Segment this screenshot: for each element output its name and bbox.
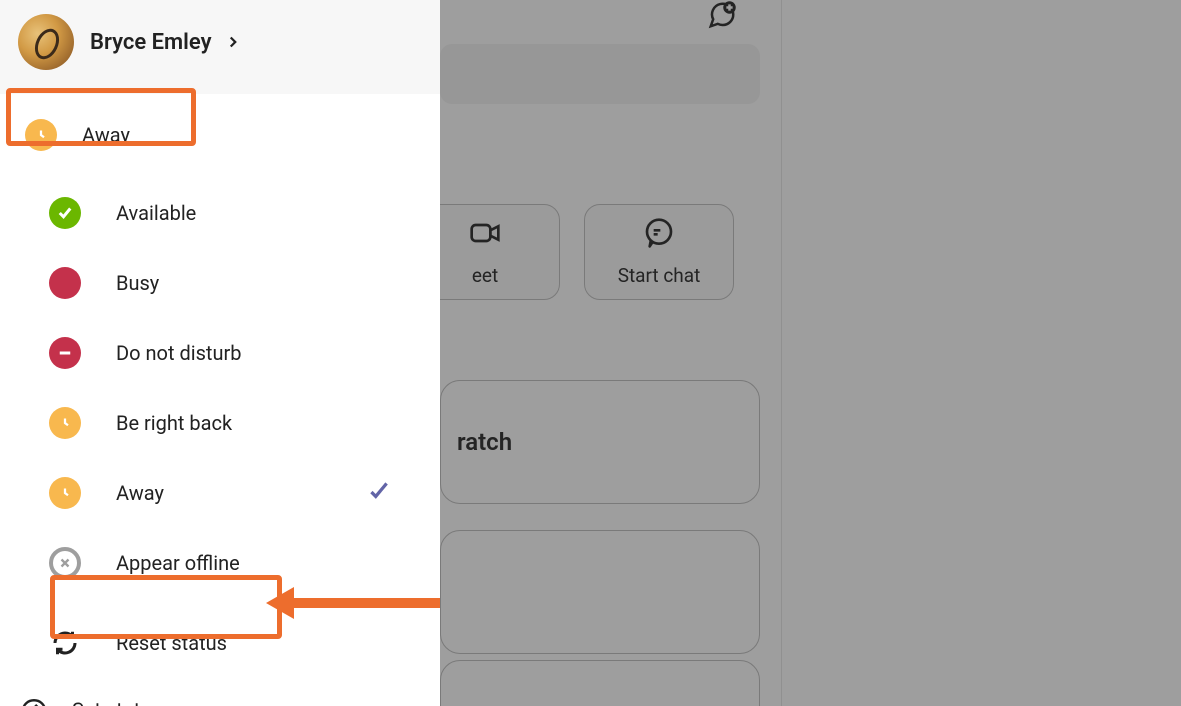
status-option-label: Available bbox=[116, 201, 196, 225]
status-option-brb[interactable]: Be right back bbox=[14, 388, 426, 458]
avatar bbox=[18, 14, 74, 70]
offline-icon bbox=[48, 546, 82, 580]
away-icon bbox=[48, 476, 82, 510]
reset-status-label: Reset status bbox=[116, 631, 227, 655]
reset-icon bbox=[48, 626, 82, 660]
reset-status[interactable]: Reset status bbox=[0, 608, 440, 678]
chevron-right-icon bbox=[224, 33, 242, 51]
away-icon bbox=[48, 406, 82, 440]
available-icon bbox=[48, 196, 82, 230]
status-option-offline[interactable]: Appear offline bbox=[14, 528, 426, 598]
edit-icon bbox=[20, 696, 48, 706]
modal-dimmer bbox=[440, 0, 1181, 706]
status-option-available[interactable]: Available bbox=[14, 178, 426, 248]
check-icon bbox=[366, 478, 392, 509]
away-icon bbox=[24, 118, 58, 152]
busy-icon bbox=[48, 266, 82, 300]
current-status[interactable]: Away bbox=[8, 108, 432, 162]
status-option-label: Appear offline bbox=[116, 551, 240, 575]
status-menu-panel: Bryce Emley Away Available Busy Do not dis… bbox=[0, 0, 440, 706]
status-option-label: Do not disturb bbox=[116, 341, 242, 365]
dnd-icon bbox=[48, 336, 82, 370]
status-option-label: Busy bbox=[116, 271, 159, 295]
current-status-label: Away bbox=[82, 123, 130, 147]
status-option-dnd[interactable]: Do not disturb bbox=[14, 318, 426, 388]
status-list: Available Busy Do not disturb Be right back… bbox=[0, 178, 440, 598]
status-option-label: Be right back bbox=[116, 411, 232, 435]
status-option-busy[interactable]: Busy bbox=[14, 248, 426, 318]
status-option-away[interactable]: Away bbox=[14, 458, 426, 528]
set-status-message-label: Set status message bbox=[72, 698, 248, 706]
profile-name: Bryce Emley bbox=[90, 30, 212, 55]
profile-row[interactable]: Bryce Emley bbox=[0, 0, 440, 94]
set-status-message[interactable]: Set status message bbox=[0, 678, 440, 706]
status-option-label: Away bbox=[116, 481, 164, 505]
